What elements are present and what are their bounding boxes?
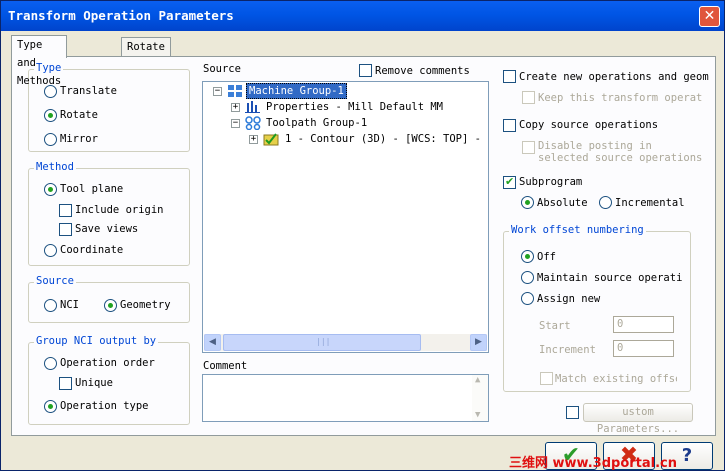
geometry-radio[interactable]: [104, 299, 117, 312]
horizontal-scrollbar[interactable]: ◀ ||| ▶: [204, 334, 487, 351]
operation-order-label: Operation order: [60, 357, 155, 369]
increment-input[interactable]: 0: [613, 340, 674, 357]
rotate-radio[interactable]: [44, 109, 57, 122]
machine-group-icon: [228, 85, 242, 97]
absolute-radio[interactable]: [521, 196, 534, 209]
coordinate-radio[interactable]: [44, 244, 57, 257]
remove-comments-checkbox[interactable]: [359, 64, 372, 77]
mirror-label: Mirror: [60, 133, 98, 145]
tab-type-and-methods[interactable]: Type and Methods: [11, 35, 68, 87]
geometry-label: Geometry: [120, 299, 171, 311]
operation-order-radio[interactable]: [44, 357, 57, 370]
tree-item-label: Properties - Mill Default MM: [266, 101, 444, 113]
custom-parameters-label: ustom Parameters...: [596, 406, 680, 435]
tab-rotate[interactable]: Rotate: [121, 37, 171, 57]
operation-type-label: Operation type: [60, 400, 149, 412]
operation-type-radio[interactable]: [44, 400, 57, 413]
maintain-source-label: Maintain source operation: [537, 272, 683, 284]
start-value: 0: [617, 318, 624, 330]
unique-checkbox[interactable]: [59, 377, 72, 390]
collapse-icon[interactable]: −: [231, 119, 240, 128]
create-new-ops-checkbox[interactable]: [503, 70, 516, 83]
save-views-label: Save views: [75, 223, 139, 235]
keep-transform-label: Keep this transform operat: [538, 92, 703, 104]
scroll-left-icon[interactable]: ◀: [204, 334, 221, 351]
keep-transform-checkbox[interactable]: [522, 91, 535, 104]
increment-value: 0: [617, 342, 624, 354]
source-tree-label: Source: [203, 63, 241, 75]
window-title: Transform Operation Parameters: [8, 8, 234, 23]
scroll-up-icon[interactable]: ▲: [475, 375, 480, 385]
source-tree[interactable]: − Machine Group-1 + Properties - Mill De…: [202, 81, 489, 353]
maintain-source-radio[interactable]: [521, 271, 534, 284]
copy-source-ops-checkbox[interactable]: [503, 119, 516, 132]
copy-source-ops-label: Copy source operations: [519, 119, 659, 131]
help-icon: ?: [681, 445, 693, 466]
coordinate-label: Coordinate: [60, 244, 124, 256]
create-new-ops-label: Create new operations and geom: [519, 71, 709, 83]
incremental-label: Incremental: [615, 197, 685, 209]
start-input[interactable]: 0: [613, 316, 674, 333]
nci-radio[interactable]: [44, 299, 57, 312]
unique-label: Unique: [75, 377, 113, 389]
operation-folder-icon: [263, 133, 279, 146]
tree-item-label: Machine Group-1: [246, 83, 347, 99]
comment-label: Comment: [203, 360, 248, 372]
source-group-title: Source: [34, 275, 76, 287]
rotate-label: Rotate: [60, 109, 98, 121]
expand-icon[interactable]: +: [231, 103, 240, 112]
custom-params-checkbox[interactable]: [566, 406, 579, 419]
scroll-down-icon[interactable]: ▼: [475, 410, 480, 420]
title-bar: Transform Operation Parameters ✕: [1, 1, 724, 31]
scroll-grip-icon: |||: [316, 337, 331, 346]
tool-plane-label: Tool plane: [60, 183, 124, 195]
comment-vertical-scrollbar[interactable]: ▲ ▼: [472, 375, 488, 421]
watermark: 三维网 www.3dportal.cn: [509, 456, 678, 471]
offset-off-radio[interactable]: [521, 250, 534, 263]
expand-icon[interactable]: +: [249, 135, 258, 144]
properties-icon: [245, 101, 260, 113]
mirror-radio[interactable]: [44, 133, 57, 146]
incremental-radio[interactable]: [599, 196, 612, 209]
scroll-thumb[interactable]: |||: [223, 334, 421, 351]
work-offset-title: Work offset numbering: [509, 224, 646, 236]
subprogram-label: Subprogram: [519, 176, 583, 188]
collapse-icon[interactable]: −: [213, 87, 222, 96]
save-views-checkbox[interactable]: [59, 223, 72, 236]
disable-posting-label-2: selected source operations: [538, 152, 703, 164]
custom-parameters-button[interactable]: ustom Parameters...: [583, 403, 693, 435]
start-label: Start: [539, 320, 571, 332]
match-existing-checkbox[interactable]: [540, 372, 553, 385]
method-group-title: Method: [34, 161, 76, 173]
offset-off-label: Off: [537, 251, 556, 263]
tool-plane-radio[interactable]: [44, 183, 57, 196]
absolute-label: Absolute: [537, 197, 588, 209]
toolpath-group-icon: [245, 116, 261, 130]
nci-label: NCI: [60, 299, 79, 311]
assign-new-label: Assign new: [537, 293, 601, 305]
increment-label: Increment: [539, 344, 596, 356]
comment-textarea[interactable]: ▲ ▼: [202, 374, 489, 422]
include-origin-checkbox[interactable]: [59, 204, 72, 217]
assign-new-radio[interactable]: [521, 292, 534, 305]
translate-label: Translate: [60, 85, 117, 97]
group-nci-title: Group NCI output by: [34, 335, 159, 347]
close-icon[interactable]: ✕: [699, 6, 720, 27]
remove-comments-label: Remove comments: [375, 65, 470, 77]
subprogram-checkbox[interactable]: [503, 175, 516, 189]
scroll-right-icon[interactable]: ▶: [470, 334, 487, 351]
match-existing-label: Match existing offse: [555, 373, 677, 385]
include-origin-label: Include origin: [75, 204, 164, 216]
disable-posting-checkbox[interactable]: [522, 141, 535, 154]
tree-item-label: Toolpath Group-1: [266, 117, 368, 129]
disable-posting-label-1: Disable posting in: [538, 140, 652, 152]
dialog-window: Transform Operation Parameters ✕ Type an…: [0, 0, 725, 471]
tree-item-label: 1 - Contour (3D) - [WCS: TOP] - [T: [285, 133, 489, 145]
